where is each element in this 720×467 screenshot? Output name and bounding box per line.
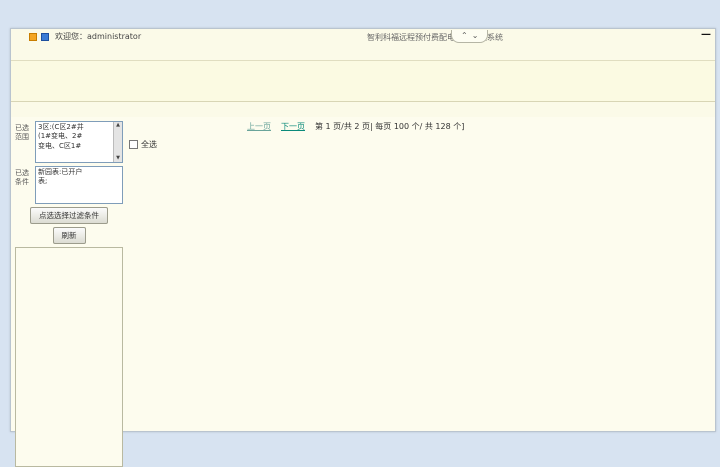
document-tabs (11, 102, 715, 117)
pick-filter-conditions-button[interactable]: 点选选择过滤条件 (30, 207, 108, 224)
prev-page-link[interactable]: 上一页 (247, 121, 271, 132)
scroll-down-icon[interactable]: ▼ (116, 155, 120, 162)
app-window: 欢迎您：administrator 智利科福远程预付费配电监控管理系统 ⌃⌄ —… (10, 28, 716, 432)
pagination-bar: 上一页 下一页 第 1 页/共 2 页| 每页 100 个/ 共 128 个] (129, 119, 711, 134)
next-page-link[interactable]: 下一页 (281, 121, 305, 132)
minimize-button[interactable]: — (701, 29, 711, 40)
select-all-control[interactable]: 全选 (129, 139, 157, 150)
app-logo-icon2 (41, 33, 49, 41)
selected-condition-label: 已选 条件 (15, 166, 33, 204)
content-area: 已选 范围 3区:(C区2#井 (1#变电、2# 变电、C区1# ▲▼ 已选 条… (11, 117, 715, 431)
selected-range-label: 已选 范围 (15, 121, 33, 163)
welcome-user-text: 欢迎您：administrator (55, 31, 141, 42)
collapse-icon[interactable]: ⌃ (461, 31, 468, 40)
title-bar: 欢迎您：administrator 智利科福远程预付费配电监控管理系统 ⌃⌄ — (11, 29, 715, 44)
app-logo-icon (29, 33, 37, 41)
selected-condition-box[interactable]: 新园表:已开户 表; (35, 166, 123, 204)
ribbon (11, 61, 715, 102)
ribbon-collapse-control[interactable]: ⌃⌄ (451, 30, 488, 43)
main-menu (11, 44, 715, 61)
listbox-scrollbar[interactable]: ▲▼ (113, 122, 122, 162)
select-all-label: 全选 (141, 139, 157, 150)
select-all-checkbox[interactable] (129, 140, 138, 149)
selected-range-listbox[interactable]: 3区:(C区2#井 (1#变电、2# 变电、C区1# ▲▼ (35, 121, 123, 163)
building-tree (15, 247, 123, 467)
expand-icon[interactable]: ⌄ (472, 31, 479, 40)
action-bar: 全选 (129, 135, 711, 150)
refresh-button[interactable]: 刷新 (53, 227, 86, 244)
scroll-up-icon[interactable]: ▲ (116, 122, 120, 129)
meter-panel: 上一页 下一页 第 1 页/共 2 页| 每页 100 个/ 共 128 个] … (125, 117, 715, 431)
page-info-text: 第 1 页/共 2 页| 每页 100 个/ 共 128 个] (315, 121, 464, 132)
filter-sidebar: 已选 范围 3区:(C区2#井 (1#变电、2# 变电、C区1# ▲▼ 已选 条… (11, 117, 125, 431)
